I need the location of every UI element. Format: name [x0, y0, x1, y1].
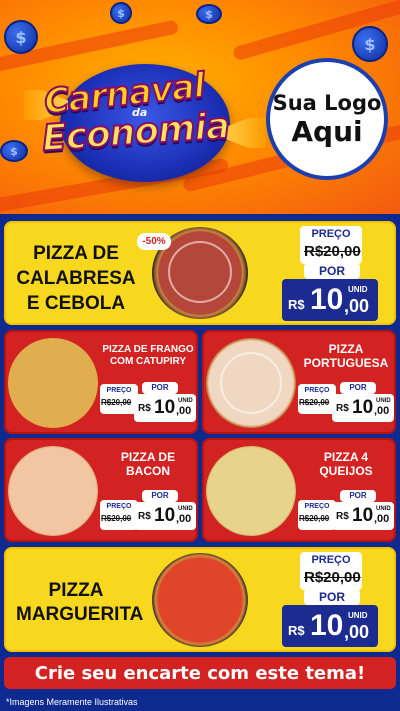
logo-placeholder[interactable]: Sua Logo Aqui	[266, 58, 388, 180]
pizza-image	[8, 338, 98, 428]
unit-label: UNID	[376, 506, 391, 512]
product-card-bacon[interactable]: PIZZA DE BACON PREÇO R$20,00 POR R$ 10 U…	[4, 438, 198, 542]
coin-icon: $	[352, 26, 388, 62]
cta-banner[interactable]: Crie seu encarte com este tema!	[4, 657, 396, 689]
product-card-calabresa[interactable]: PIZZA DE CALABRESA E CEBOLA PREÇO R$20,0…	[4, 221, 396, 325]
currency-symbol: R$	[138, 511, 151, 522]
price-integer: 10	[310, 283, 344, 316]
unit-label: UNID	[348, 285, 368, 294]
por-label: POR	[142, 490, 178, 502]
por-label: POR	[304, 263, 360, 279]
currency-symbol: R$	[336, 403, 349, 414]
price-decimal: ,00	[176, 513, 192, 525]
new-price-box: R$ 10 UNID ,00	[282, 605, 378, 647]
old-price: R$20,00	[304, 243, 361, 260]
price-integer: 10	[310, 609, 344, 642]
product-name: PIZZA DE BACON	[120, 450, 176, 478]
coin-icon: $	[4, 20, 38, 54]
currency-symbol: R$	[138, 403, 151, 414]
price-decimal: ,00	[176, 405, 192, 417]
currency-symbol: R$	[288, 297, 305, 312]
old-price: R$20,00	[101, 398, 132, 407]
old-price: R$20,00	[101, 514, 132, 523]
new-price-box: R$ 10 UNID ,00	[332, 394, 394, 422]
price-label: PREÇO	[304, 503, 330, 510]
unit-label: UNID	[348, 611, 368, 620]
price-integer: 10	[154, 397, 176, 418]
product-card-frango[interactable]: PIZZA DE FRANGO COM CATUPIRY PREÇO R$20,…	[4, 330, 198, 434]
currency-symbol: R$	[336, 511, 349, 522]
price-integer: 10	[352, 505, 374, 526]
price-label: PREÇO	[304, 387, 330, 394]
logo-text-line2: Aqui	[291, 114, 363, 148]
new-price-box: R$ 10 UNID ,00	[134, 394, 196, 422]
unit-label: UNID	[178, 506, 193, 512]
discount-badge: -50%	[137, 233, 171, 250]
product-name: PIZZA DE CALABRESA E CEBOLA	[16, 243, 136, 314]
product-card-4-queijos[interactable]: PIZZA 4 QUEIJOS PREÇO R$20,00 POR R$ 10 …	[202, 438, 396, 542]
coin-icon: $	[196, 4, 222, 24]
old-price-box: PREÇO R$20,00	[300, 552, 362, 590]
product-name: PIZZA PORTUGUESA	[303, 342, 389, 370]
pizza-image	[8, 446, 98, 536]
old-price: R$20,00	[299, 398, 330, 407]
product-name: PIZZA MARGUERITA	[16, 580, 144, 625]
new-price-box: R$ 10 UNID ,00	[332, 502, 394, 530]
new-price-box: R$ 10 UNID ,00	[282, 279, 378, 321]
product-card-portuguesa[interactable]: PIZZA PORTUGUESA PREÇO R$20,00 POR R$ 10…	[202, 330, 396, 434]
price-label: PREÇO	[106, 387, 132, 394]
coin-icon: $	[0, 140, 28, 162]
header-banner: $ $ $ $ $ Carnaval da Economia Sua Logo …	[0, 0, 400, 214]
price-label: PREÇO	[311, 228, 351, 240]
onion-ring-decor	[220, 352, 282, 414]
product-card-marguerita[interactable]: PIZZA MARGUERITA PREÇO R$20,00 POR R$ 10…	[4, 547, 396, 652]
new-price-box: R$ 10 UNID ,00	[134, 502, 196, 530]
old-price-box: PREÇO R$20,00	[300, 226, 362, 264]
pizza-image	[206, 446, 296, 536]
unit-label: UNID	[178, 398, 193, 404]
unit-label: UNID	[376, 398, 391, 404]
por-label: POR	[340, 382, 376, 394]
price-label: PREÇO	[106, 503, 132, 510]
price-decimal: ,00	[374, 405, 390, 417]
old-price: R$20,00	[299, 514, 330, 523]
old-price-box: PREÇO R$20,00	[100, 500, 138, 530]
por-label: POR	[340, 490, 376, 502]
price-integer: 10	[352, 397, 374, 418]
logo-text-line1: Sua Logo	[272, 90, 382, 115]
por-label: POR	[304, 589, 360, 605]
product-name: PIZZA 4 QUEIJOS	[319, 450, 373, 478]
old-price-box: PREÇO R$20,00	[298, 384, 336, 414]
old-price-box: PREÇO R$20,00	[100, 384, 138, 414]
old-price-box: PREÇO R$20,00	[298, 500, 336, 530]
coin-icon: $	[110, 2, 132, 24]
price-integer: 10	[154, 505, 176, 526]
price-decimal: ,00	[344, 296, 370, 316]
product-name: PIZZA DE FRANGO COM CATUPIRY	[102, 344, 194, 367]
price-decimal: ,00	[344, 622, 370, 642]
price-decimal: ,00	[374, 513, 390, 525]
pizza-image	[152, 553, 248, 647]
price-label: PREÇO	[311, 554, 351, 566]
old-price: R$20,00	[304, 569, 361, 586]
currency-symbol: R$	[288, 623, 305, 638]
por-label: POR	[142, 382, 178, 394]
footer-disclaimer: *Imagens Meramente Ilustrativas	[6, 697, 138, 707]
onion-ring-decor	[168, 241, 232, 303]
